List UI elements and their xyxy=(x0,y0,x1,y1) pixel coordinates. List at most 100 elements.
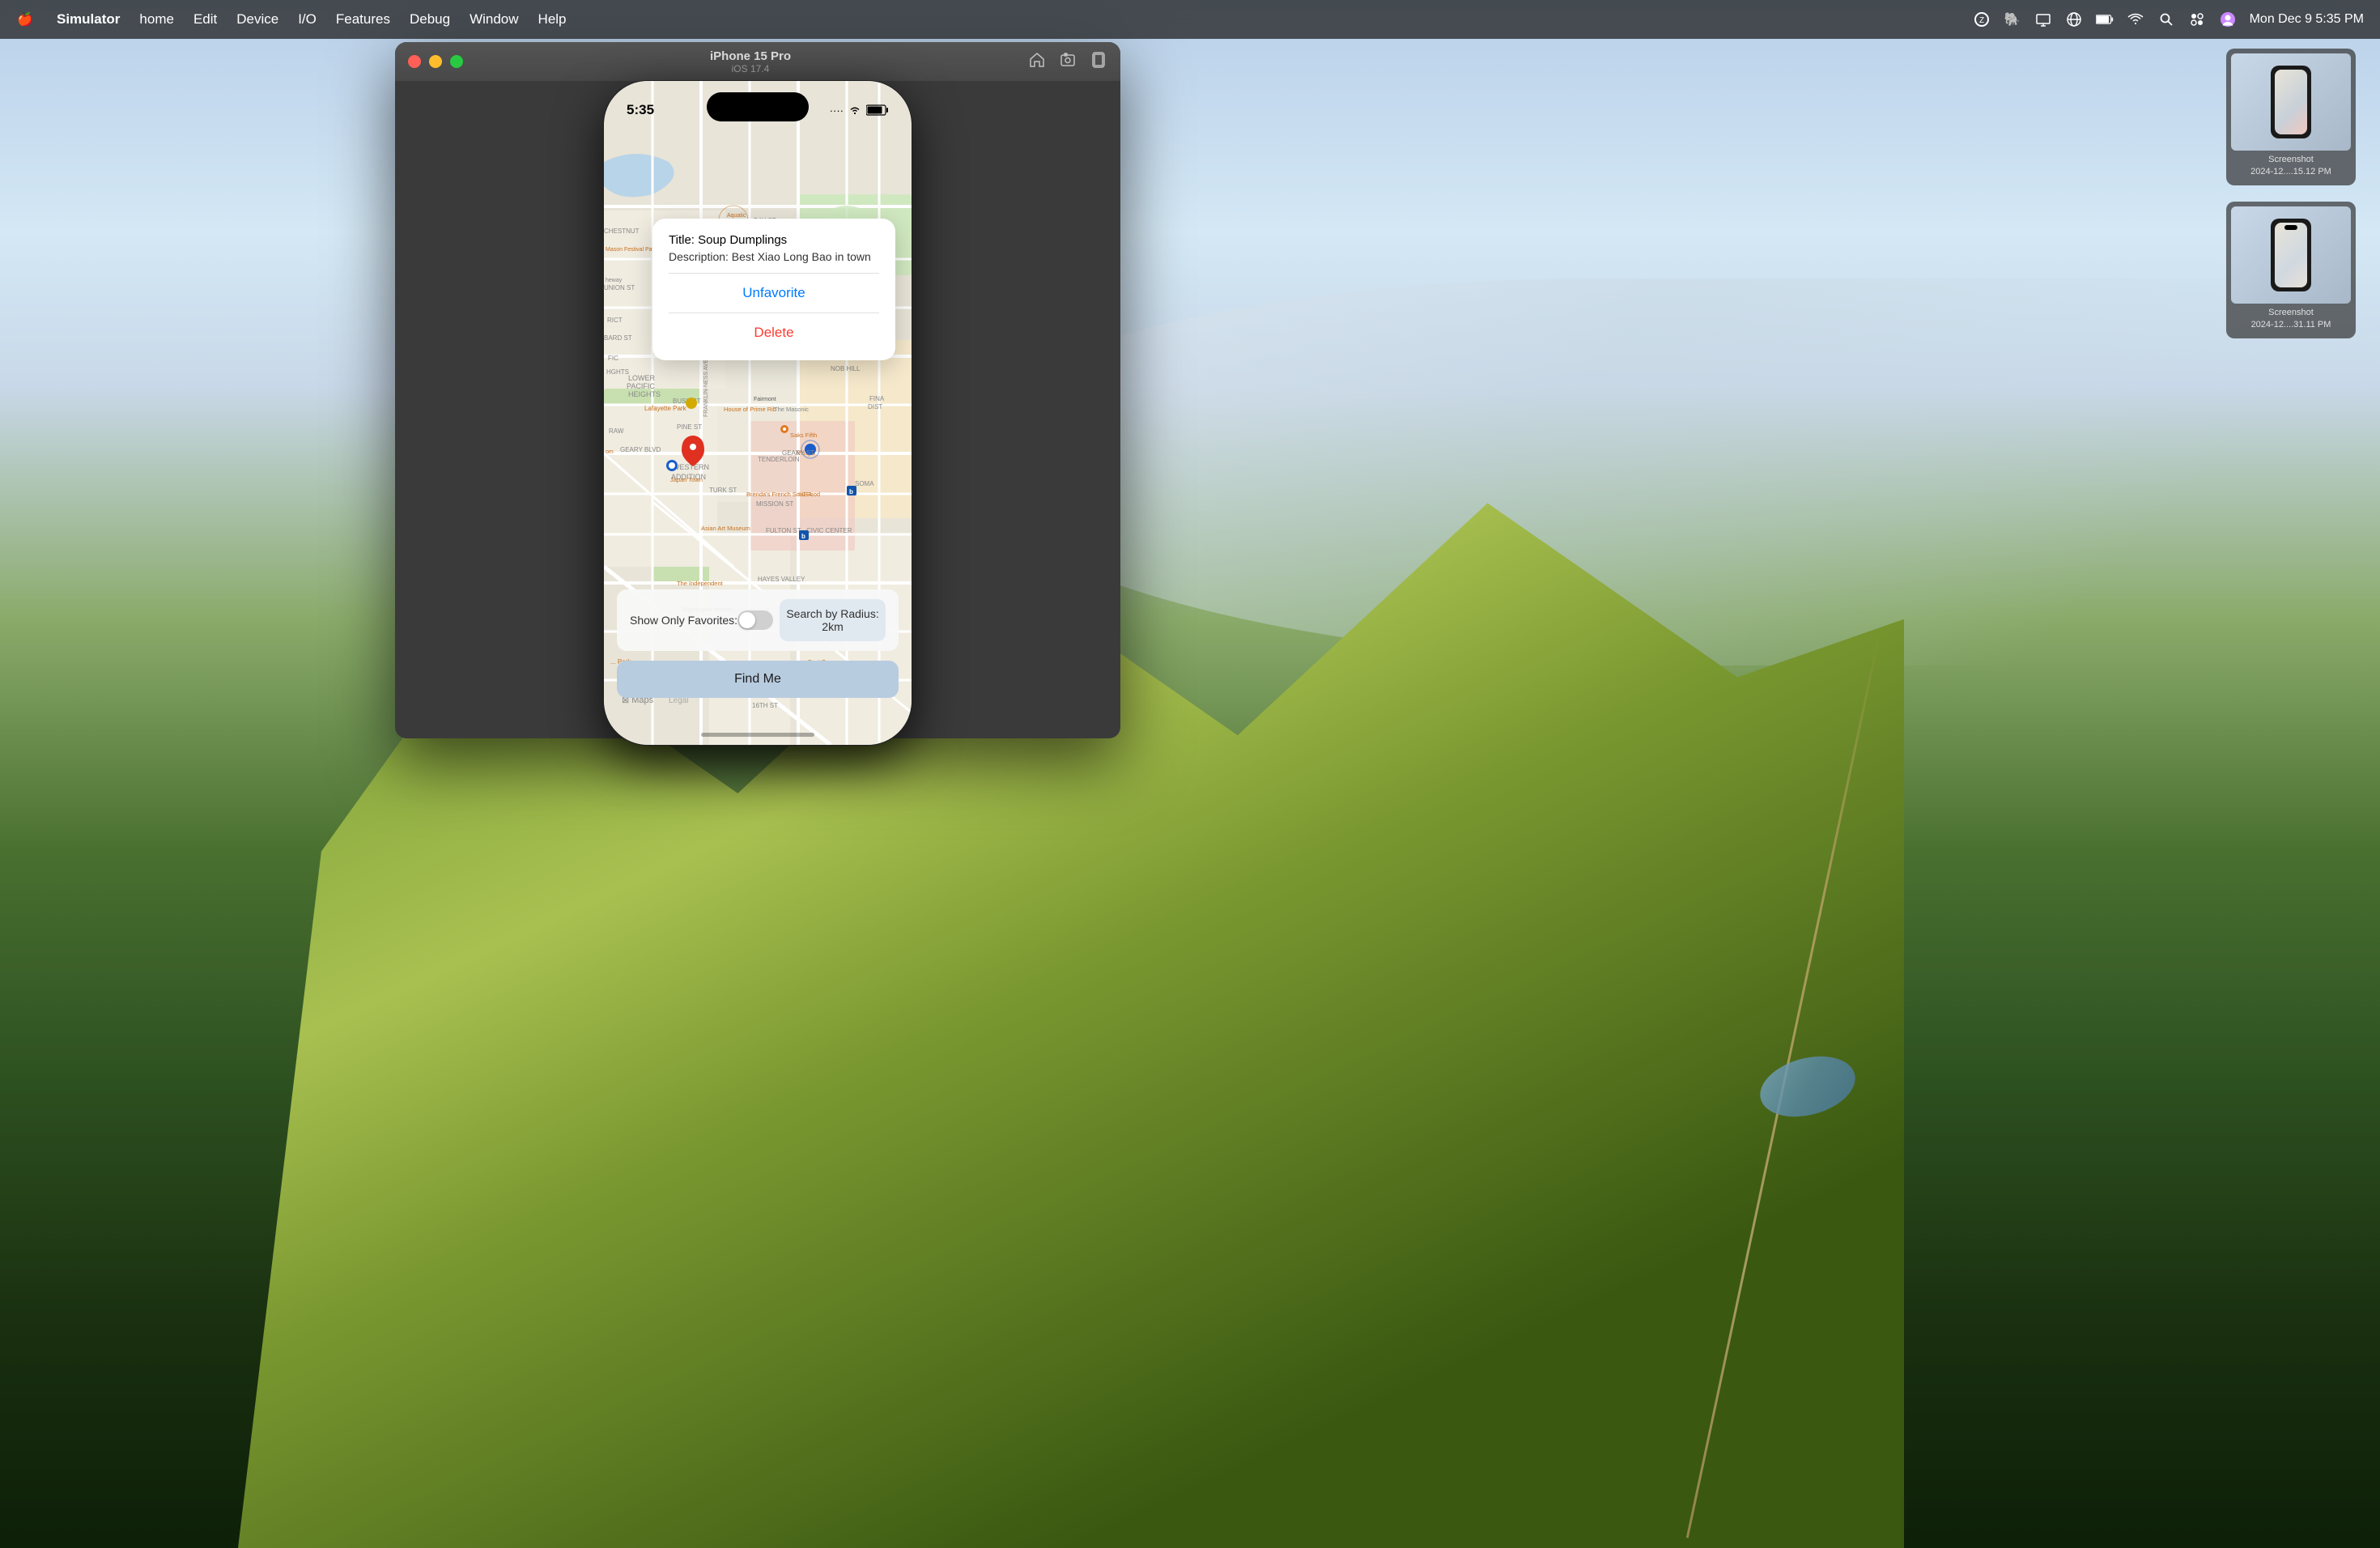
status-bar: 5:35 ···· xyxy=(604,81,912,128)
zoom-icon[interactable]: Z xyxy=(1973,11,1991,28)
simulator-title: iPhone 15 Pro iOS 17.4 xyxy=(481,49,1020,74)
menubar-right: Z 🐘 xyxy=(1973,11,2364,28)
maximize-button[interactable] xyxy=(450,55,463,68)
svg-text:LOWER: LOWER xyxy=(628,374,656,382)
screenshot-img-1 xyxy=(2231,53,2351,151)
toggle-knob xyxy=(739,612,755,628)
svg-text:Lafayette Park: Lafayette Park xyxy=(644,405,687,412)
svg-text:FULTON ST: FULTON ST xyxy=(766,527,801,534)
radius-button[interactable]: Search by Radius: 2km xyxy=(780,599,886,641)
screenshot-thumbnail-2[interactable]: Screenshot 2024-12....31.11 PM xyxy=(2226,202,2356,338)
svg-text:Aquatic: Aquatic xyxy=(727,213,746,219)
menubar-device[interactable]: Device xyxy=(236,11,278,28)
menubar-file[interactable]: home xyxy=(139,11,174,28)
menubar-features[interactable]: Features xyxy=(336,11,390,28)
popup-unfavorite-button[interactable]: Unfavorite xyxy=(669,280,879,306)
svg-text:HGHTS: HGHTS xyxy=(606,368,629,376)
svg-text:CHESTNUT: CHESTNUT xyxy=(604,228,640,235)
globe-icon[interactable] xyxy=(2065,11,2083,28)
map-popup: Title: Soup Dumplings Description: Best … xyxy=(652,219,895,360)
svg-text:NOB HILL: NOB HILL xyxy=(831,365,861,372)
phone-device: 5:35 ···· xyxy=(604,81,912,745)
svg-text:b: b xyxy=(801,533,805,540)
popup-description: Description: Best Xiao Long Bao in town xyxy=(669,250,879,263)
svg-text:TENDERLOIN: TENDERLOIN xyxy=(758,456,800,463)
svg-text:Z: Z xyxy=(1979,16,1984,25)
simulator-title-sub: iOS 17.4 xyxy=(481,63,1020,74)
screenshot-thumbnail-1[interactable]: Screenshot 2024-12....15.12 PM xyxy=(2226,49,2356,185)
menubar: 🍎 Simulator home Edit Device I/O Feature… xyxy=(0,0,2380,39)
svg-text:UNION ST: UNION ST xyxy=(604,284,635,291)
favorites-label: Show Only Favorites: xyxy=(630,614,737,627)
menubar-debug[interactable]: Debug xyxy=(410,11,450,28)
home-toolbar-button[interactable] xyxy=(1028,51,1046,73)
menubar-time: Mon Dec 9 5:35 PM xyxy=(2250,12,2364,27)
svg-text:FINA: FINA xyxy=(869,395,885,402)
svg-text:BARD ST: BARD ST xyxy=(604,334,632,342)
svg-text:IKEA: IKEA xyxy=(798,491,812,498)
svg-text:FRANKLIN-NESS AVE: FRANKLIN-NESS AVE xyxy=(703,359,709,417)
screenshot-toolbar-button[interactable] xyxy=(1059,51,1077,73)
svg-text:PINE ST: PINE ST xyxy=(677,423,702,431)
favorites-toggle[interactable] xyxy=(737,610,773,630)
status-time: 5:35 xyxy=(627,102,654,118)
screenshot-label-2: Screenshot 2024-12....31.11 PM xyxy=(2231,304,2351,334)
close-button[interactable] xyxy=(408,55,421,68)
battery-icon[interactable] xyxy=(2096,11,2114,28)
simulator-title-main: iPhone 15 Pro xyxy=(481,49,1020,63)
svg-text:RICT: RICT xyxy=(607,317,623,324)
svg-text:b: b xyxy=(849,488,853,495)
home-indicator xyxy=(701,733,814,737)
search-icon[interactable] xyxy=(2157,11,2175,28)
svg-text:GEARY BLVD: GEARY BLVD xyxy=(620,446,661,453)
svg-text:PACIFIC: PACIFIC xyxy=(627,382,655,390)
menubar-left: 🍎 Simulator home Edit Device I/O Feature… xyxy=(16,11,567,28)
menubar-edit[interactable]: Edit xyxy=(193,11,217,28)
apple-menu-icon[interactable]: 🍎 xyxy=(16,11,34,28)
svg-text:·: · xyxy=(839,527,841,534)
display-icon[interactable] xyxy=(2034,11,2052,28)
control-center-icon[interactable] xyxy=(2188,11,2206,28)
menubar-io[interactable]: I/O xyxy=(298,11,317,28)
screenshot-img-2 xyxy=(2231,206,2351,304)
svg-text:HEIGHTS: HEIGHTS xyxy=(628,390,661,398)
svg-text:TURK ST: TURK ST xyxy=(709,487,737,494)
screenshot-label-1: Screenshot 2024-12....15.12 PM xyxy=(2231,151,2351,181)
battery-status-icon xyxy=(866,104,889,116)
status-icons: ···· xyxy=(830,104,889,117)
screenshots-panel: Screenshot 2024-12....15.12 PM Screensho… xyxy=(2226,49,2356,338)
map-container[interactable]: BROADWAY PACIFIC-HEIGHTS CALIFORNIA-ST B… xyxy=(604,81,912,745)
simulator-titlebar: iPhone 15 Pro iOS 17.4 xyxy=(395,42,1120,81)
minimize-button[interactable] xyxy=(429,55,442,68)
signal-dots: ···· xyxy=(830,104,844,117)
svg-text:16TH ST: 16TH ST xyxy=(752,702,778,709)
svg-text:HAYES VALLEY: HAYES VALLEY xyxy=(758,576,805,583)
wifi-status-icon xyxy=(848,105,861,115)
svg-text:Fairmont: Fairmont xyxy=(754,397,776,402)
rotate-toolbar-button[interactable] xyxy=(1090,51,1107,73)
svg-text:MISSION ST: MISSION ST xyxy=(756,500,793,508)
wifi-icon[interactable] xyxy=(2127,11,2144,28)
find-me-button[interactable]: Find Me xyxy=(617,661,899,698)
menubar-help[interactable]: Help xyxy=(538,11,567,28)
svg-text:The Masonic: The Masonic xyxy=(774,406,809,413)
menubar-app-name[interactable]: Simulator xyxy=(57,11,120,28)
popup-title: Title: Soup Dumplings xyxy=(669,233,879,247)
svg-text:DIST: DIST xyxy=(868,403,882,410)
svg-text:FIC: FIC xyxy=(608,355,618,362)
svg-text:heway: heway xyxy=(606,278,623,283)
simulator-toolbar xyxy=(1028,51,1107,73)
svg-text:CIVIC CENTER: CIVIC CENTER xyxy=(806,527,852,534)
user-icon[interactable] xyxy=(2219,11,2237,28)
menubar-window[interactable]: Window xyxy=(470,11,518,28)
svg-text:om: om xyxy=(606,449,614,455)
popup-delete-button[interactable]: Delete xyxy=(669,320,879,346)
svg-text:Asian Art Museum: Asian Art Museum xyxy=(701,525,750,532)
svg-text:The Independent: The Independent xyxy=(677,580,724,587)
svg-text:SOMA: SOMA xyxy=(855,480,874,487)
elephant-icon[interactable]: 🐘 xyxy=(2004,11,2021,28)
svg-text:GEARY ST: GEARY ST xyxy=(782,449,814,457)
phone-screen: 5:35 ···· xyxy=(604,81,912,745)
svg-text:Saks Fifth: Saks Fifth xyxy=(790,432,817,439)
phone-shell: 5:35 ···· xyxy=(604,81,912,745)
